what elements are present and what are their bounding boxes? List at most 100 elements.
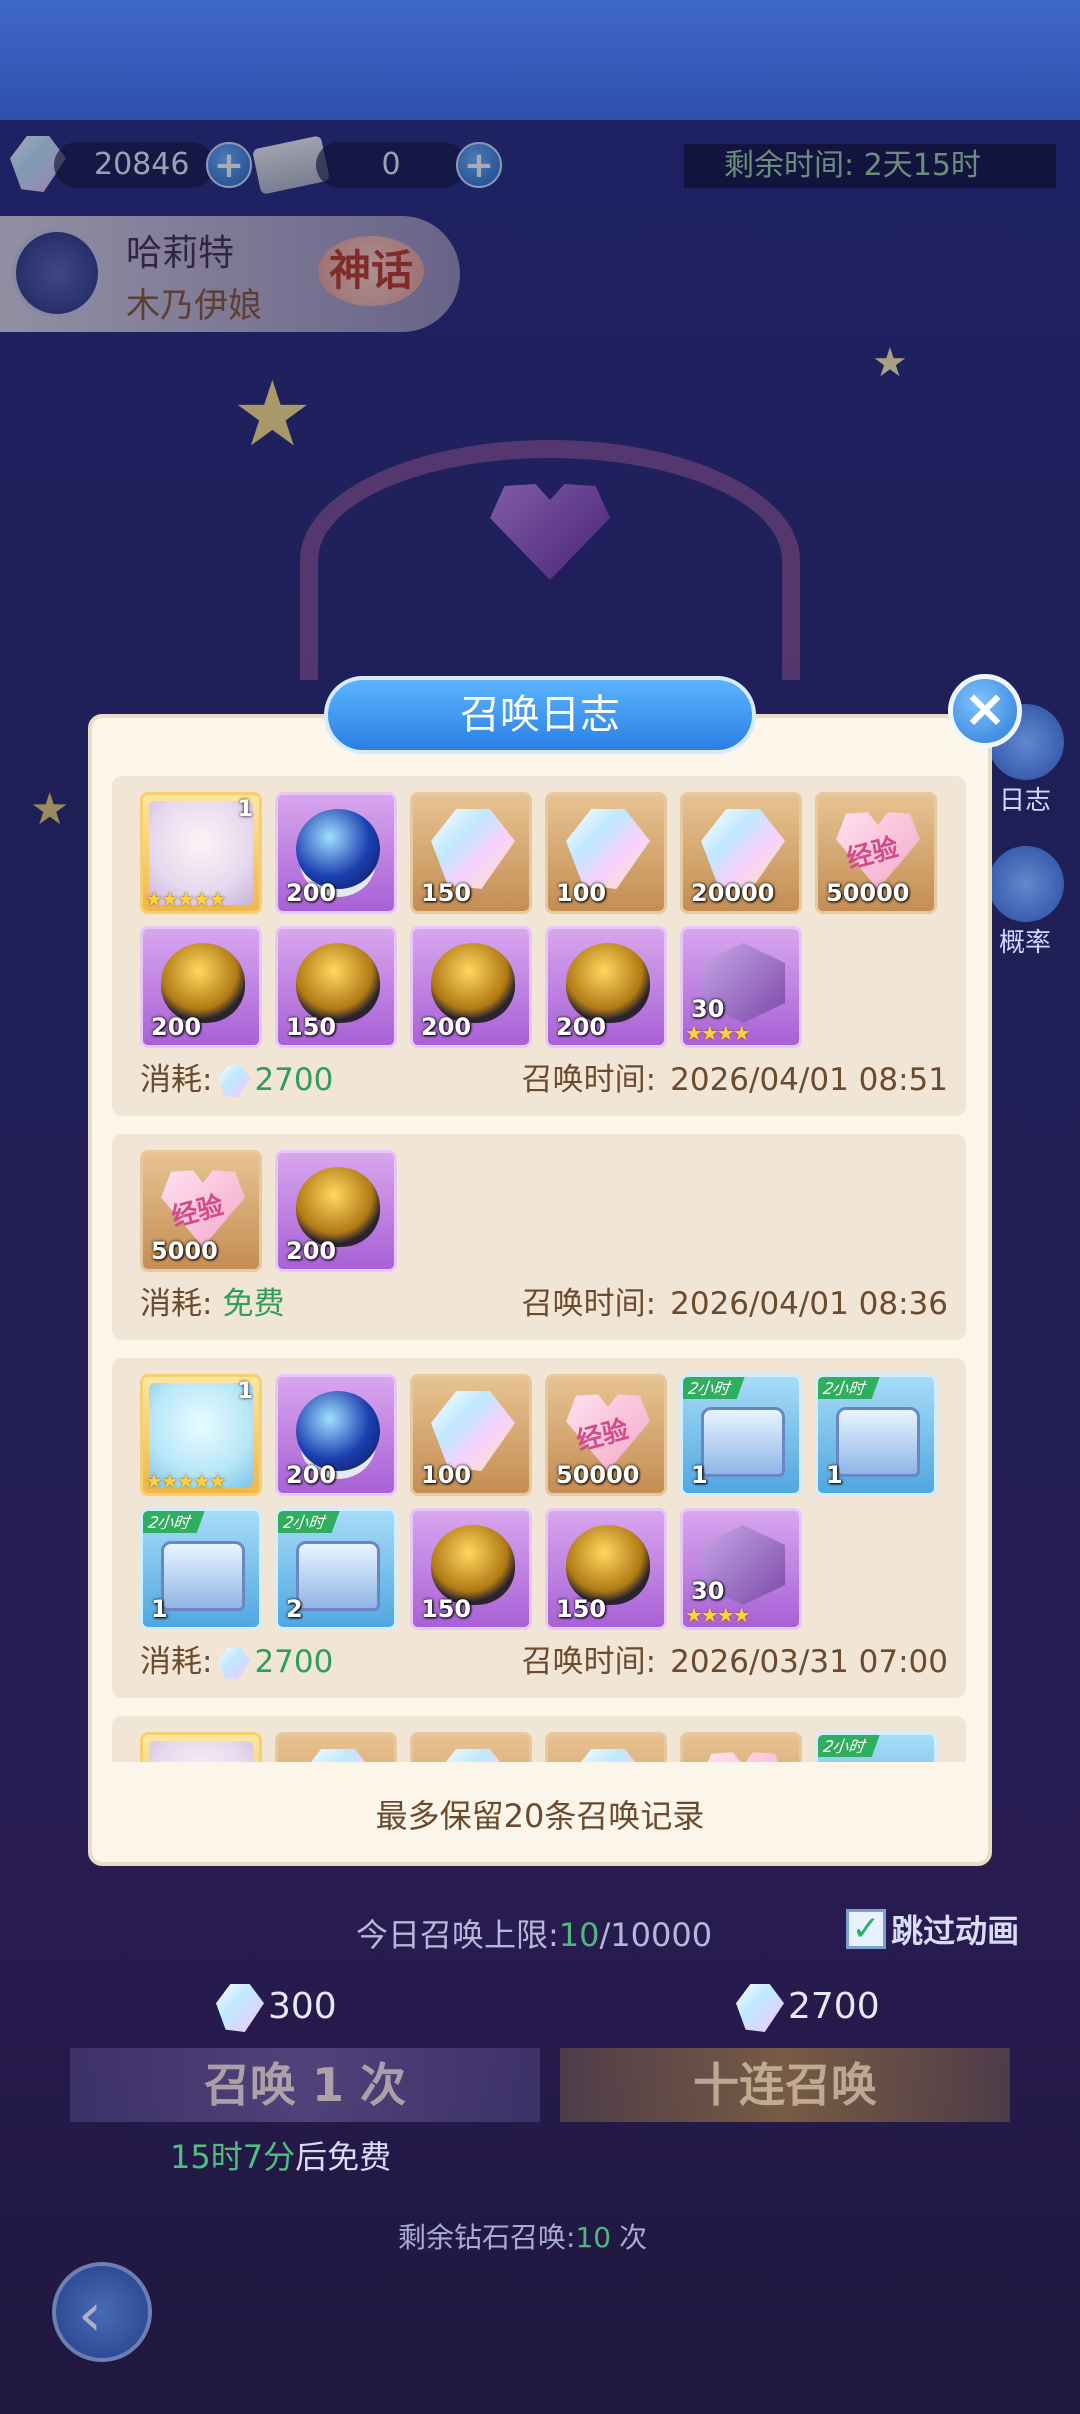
item-quantity: 50000	[556, 1461, 640, 1489]
dice-icon	[988, 846, 1064, 922]
reward-grid: 1 ★★★★★ 200 100 经验 50000 2小时 1 2小时 1 2小时 1 2小时 2 150 15…	[140, 1374, 948, 1630]
crystal-icon	[431, 1391, 515, 1471]
back-arrow-icon: ‹	[78, 2280, 102, 2350]
back-button[interactable]: ‹	[52, 2262, 152, 2362]
hero-reward[interactable]: 1 ★★★★★	[140, 792, 262, 914]
item-quantity: 1	[151, 1595, 168, 1623]
reward-item[interactable]: 经验 50000	[815, 792, 937, 914]
star-rating: ★★★★	[685, 1021, 751, 1045]
reward-item[interactable]: 200	[410, 926, 532, 1048]
reward-item[interactable]: 200	[275, 1150, 397, 1272]
reward-item[interactable]	[275, 1732, 397, 1762]
reward-item[interactable]: 200	[275, 792, 397, 914]
gem-icon	[736, 1984, 784, 2032]
record-limit-note: 最多保留20条召唤记录	[375, 1797, 705, 1835]
chest-icon	[296, 1541, 380, 1611]
gem-icon	[218, 1647, 251, 1680]
egg-icon	[296, 1167, 380, 1247]
duration-tag: 2小时	[143, 1511, 206, 1533]
reward-grid: 经验 5000 200	[140, 1150, 948, 1272]
reward-grid: 1 ★★★★★ 200 150 100 20000 经验 50000 200 150 200 200 ★…	[140, 792, 948, 1048]
reward-item[interactable]: 20000	[680, 792, 802, 914]
reward-item[interactable]: 200	[275, 1374, 397, 1496]
crystal-icon	[296, 1749, 380, 1762]
egg-icon	[296, 943, 380, 1023]
orb-icon	[296, 1391, 380, 1471]
reward-item[interactable]: 2小时	[815, 1732, 937, 1762]
item-quantity: 200	[421, 1013, 472, 1041]
summon-time: 召唤时间: 2026/04/01 08:51	[522, 1060, 948, 1100]
reward-item[interactable]	[545, 1732, 667, 1762]
dialog-title: 召唤日志	[324, 676, 756, 754]
skip-animation-toggle[interactable]: ✓ 跳过动画	[846, 1906, 1019, 1950]
item-quantity: 150	[286, 1013, 337, 1041]
crystal-icon	[701, 809, 785, 889]
hero-reward[interactable]	[140, 1732, 262, 1762]
hero-reward[interactable]: 1 ★★★★★	[140, 1374, 262, 1496]
item-quantity: 200	[151, 1013, 202, 1041]
reward-item[interactable]: ★★★★ 30	[680, 926, 802, 1048]
duration-tag: 2小时	[818, 1735, 881, 1757]
close-button[interactable]: ×	[948, 674, 1022, 748]
star-rating: ★★★★★	[145, 887, 227, 911]
item-quantity: 30	[691, 995, 725, 1023]
heart-icon	[701, 1752, 785, 1762]
summon-once-button[interactable]: 召唤 1 次	[70, 2048, 540, 2122]
reward-item[interactable]: 150	[410, 792, 532, 914]
cost-label: 消耗:	[140, 1062, 213, 1098]
reward-grid: 2小时	[140, 1732, 948, 1762]
egg-icon	[566, 1525, 650, 1605]
reward-item[interactable]: 150	[275, 926, 397, 1048]
item-quantity: 30	[691, 1577, 725, 1605]
reward-item[interactable]: 200	[545, 926, 667, 1048]
duration-tag: 2小时	[683, 1377, 746, 1399]
top-banner	[0, 0, 1080, 120]
item-quantity: 150	[421, 1595, 472, 1623]
cost-info: 消耗: 免费	[140, 1284, 284, 1324]
cost-value: 2700	[254, 1062, 334, 1098]
time-value: 2026/04/01 08:51	[670, 1062, 948, 1098]
time-label: 召唤时间:	[521, 1062, 657, 1098]
reward-item[interactable]: ★★★★ 30	[680, 1508, 802, 1630]
free-timer-value: 15时7分	[170, 2138, 296, 2176]
hero-level: 1	[237, 797, 253, 822]
single-cost-value: 300	[268, 1986, 337, 2027]
reward-item[interactable]: 经验 5000	[140, 1150, 262, 1272]
reward-item[interactable]: 2小时 1	[140, 1508, 262, 1630]
summon-time: 召唤时间: 2026/03/31 07:00	[522, 1642, 948, 1682]
gem-icon	[216, 1984, 264, 2032]
summon-time: 召唤时间: 2026/04/01 08:36	[522, 1284, 948, 1324]
free-timer: 15时7分后免费	[170, 2132, 391, 2178]
reward-item[interactable]: 2小时 1	[680, 1374, 802, 1496]
summon-record: 经验 5000 200 消耗: 免费 召唤时间: 2026/04/01 08:36	[112, 1134, 966, 1340]
summon-record: 1 ★★★★★ 200 100 经验 50000 2小时 1 2小时 1 2小时 1 2小时 2 150 15…	[112, 1358, 966, 1698]
cost-value: 2700	[254, 1644, 334, 1680]
crystal-icon	[566, 1749, 650, 1762]
reward-item[interactable]	[680, 1732, 802, 1762]
reward-item[interactable]: 200	[140, 926, 262, 1048]
summon-ten-button[interactable]: 十连召唤	[560, 2048, 1010, 2122]
ten-cost: 2700	[730, 1984, 880, 2032]
star-rating: ★★★★	[685, 1603, 751, 1627]
reward-item[interactable]: 150	[410, 1508, 532, 1630]
reward-item[interactable]: 100	[545, 792, 667, 914]
reward-item[interactable]: 100	[410, 1374, 532, 1496]
rate-side-button[interactable]: 概率	[980, 846, 1070, 958]
item-quantity: 5000	[151, 1237, 218, 1265]
reward-item[interactable]: 150	[545, 1508, 667, 1630]
cost-label: 消耗:	[140, 1286, 213, 1322]
record-meta: 消耗: 2700 召唤时间: 2026/03/31 07:00	[140, 1642, 948, 1682]
reward-item[interactable]	[410, 1732, 532, 1762]
reward-item[interactable]: 经验 50000	[545, 1374, 667, 1496]
hero-level: 1	[237, 1379, 253, 1404]
item-quantity: 50000	[826, 879, 910, 907]
record-meta: 消耗: 2700 召唤时间: 2026/04/01 08:51	[140, 1060, 948, 1100]
duration-tag: 2小时	[818, 1377, 881, 1399]
summon-record-list[interactable]: 1 ★★★★★ 200 150 100 20000 经验 50000 200 150 200 200 ★…	[112, 776, 966, 1762]
log-label: 日志	[998, 786, 1051, 816]
item-quantity: 100	[421, 1461, 472, 1489]
reward-item[interactable]: 2小时 1	[815, 1374, 937, 1496]
checkbox-checked-icon: ✓	[846, 1909, 886, 1949]
reward-item[interactable]: 2小时 2	[275, 1508, 397, 1630]
item-quantity: 200	[286, 1237, 337, 1265]
